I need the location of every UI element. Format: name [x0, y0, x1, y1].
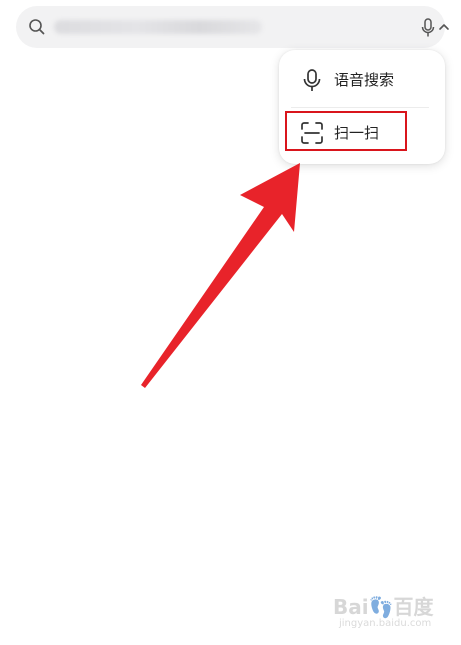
- mic-icon[interactable]: [421, 18, 435, 38]
- menu-item-label: 语音搜索: [334, 71, 395, 89]
- baidu-jingyan-watermark: Bai👣百度 jingyan.baidu.com: [333, 596, 443, 636]
- search-icon: [29, 19, 45, 35]
- watermark-url: jingyan.baidu.com: [339, 618, 432, 629]
- chevron-up-icon[interactable]: [438, 22, 450, 32]
- highlight-box: [285, 111, 407, 151]
- menu-item-voice-search[interactable]: 语音搜索: [279, 55, 445, 107]
- search-query-blurred[interactable]: [54, 20, 262, 34]
- watermark-logo: Bai👣百度: [333, 595, 434, 619]
- search-bar[interactable]: [16, 6, 449, 48]
- mic-icon: [303, 69, 321, 91]
